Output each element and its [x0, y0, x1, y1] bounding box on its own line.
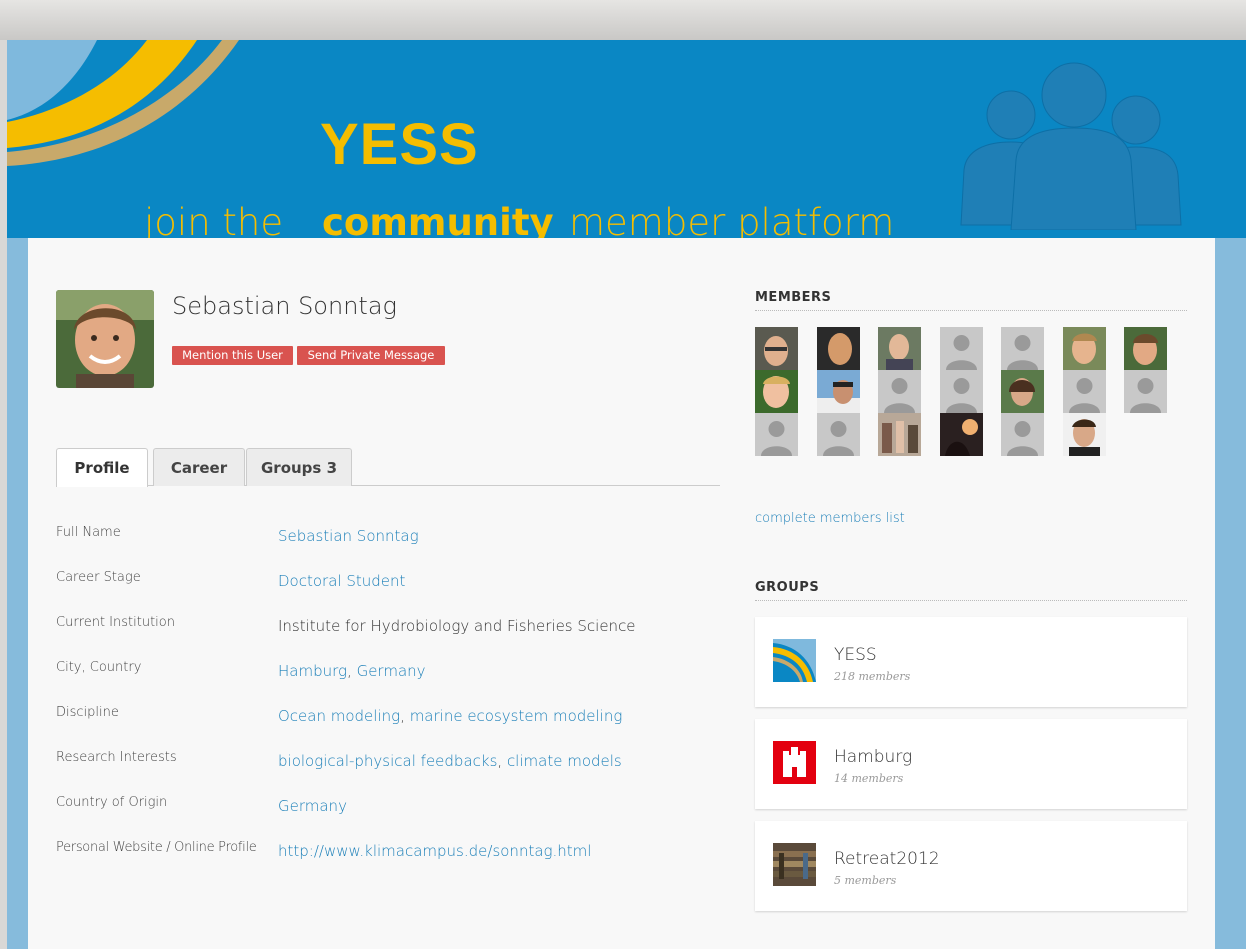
member-avatar[interactable]	[940, 413, 983, 456]
profile-tabs: Profile Career Groups 3	[56, 448, 720, 487]
research-link-1[interactable]: biological-physical feedbacks	[278, 752, 497, 770]
member-avatar[interactable]	[755, 327, 798, 370]
complete-members-link[interactable]: complete members list	[755, 511, 905, 526]
separator-comma: ,	[400, 707, 410, 725]
group-card-hamburg[interactable]: Hamburg 14 members	[755, 719, 1187, 809]
send-private-message-button[interactable]: Send Private Message	[297, 346, 445, 365]
logo-swoosh-icon	[7, 40, 239, 166]
field-value-city-country: Hamburg, Germany	[278, 662, 426, 680]
field-label-discipline: Discipline	[56, 705, 119, 720]
separator-comma: ,	[497, 752, 507, 770]
country-link[interactable]: Germany	[357, 662, 426, 680]
group-member-count: 5 members	[834, 874, 897, 887]
groups-section-title: GROUPS	[755, 580, 1187, 601]
field-label-full-name: Full Name	[56, 525, 121, 540]
members-section-title: MEMBERS	[755, 290, 1187, 311]
group-member-count: 218 members	[834, 670, 911, 683]
group-name: Hamburg	[834, 747, 913, 767]
field-value-full-name: Sebastian Sonntag	[278, 527, 419, 545]
career-stage-link[interactable]: Doctoral Student	[278, 572, 405, 590]
yess-group-icon	[773, 639, 816, 682]
hamburg-flag-icon	[773, 741, 816, 784]
member-avatar-placeholder[interactable]	[817, 413, 860, 456]
main-content: Sebastian Sonntag Mention this User Send…	[28, 238, 1215, 949]
tagline-join: join the	[144, 201, 284, 238]
full-name-link[interactable]: Sebastian Sonntag	[278, 527, 419, 545]
field-label-country-of-origin: Country of Origin	[56, 795, 168, 810]
member-avatar-placeholder[interactable]	[1001, 413, 1044, 456]
website-link[interactable]: http://www.klimacampus.de/sonntag.html	[278, 842, 591, 860]
tagline-member: member platform	[569, 201, 895, 238]
group-name: YESS	[834, 645, 877, 665]
brand-yess: YESS	[320, 112, 479, 177]
field-label-research-interests: Research Interests	[56, 750, 177, 765]
tagline-community: community	[322, 201, 554, 238]
member-avatar-placeholder[interactable]	[878, 370, 921, 413]
discipline-link-1[interactable]: Ocean modeling	[278, 707, 400, 725]
site-banner[interactable]: YESS join the community member platform	[7, 40, 1246, 238]
mention-user-button[interactable]: Mention this User	[172, 346, 293, 365]
tab-groups[interactable]: Groups 3	[246, 448, 352, 486]
group-card-yess[interactable]: YESS 218 members	[755, 617, 1187, 707]
field-value-website: http://www.klimacampus.de/sonntag.html	[278, 842, 591, 860]
community-people-icon	[960, 62, 1182, 230]
field-value-research-interests: biological-physical feedbacks, climate m…	[278, 752, 622, 770]
member-avatar[interactable]	[1124, 327, 1167, 370]
member-avatar-placeholder[interactable]	[940, 370, 983, 413]
member-avatar-placeholder[interactable]	[1124, 370, 1167, 413]
field-value-career-stage: Doctoral Student	[278, 572, 405, 590]
field-value-institution: Institute for Hydrobiology and Fisheries…	[278, 617, 636, 635]
research-link-2[interactable]: climate models	[507, 752, 622, 770]
field-value-discipline: Ocean modeling, marine ecosystem modelin…	[278, 707, 622, 725]
avatar[interactable]	[56, 290, 154, 388]
field-label-institution: Current Institution	[56, 615, 175, 630]
member-avatar[interactable]	[878, 413, 921, 456]
tab-career[interactable]: Career	[153, 448, 245, 486]
member-avatar[interactable]	[755, 370, 798, 413]
member-avatar[interactable]	[1063, 327, 1106, 370]
group-card-retreat2012[interactable]: Retreat2012 5 members	[755, 821, 1187, 911]
member-avatar[interactable]	[1063, 413, 1106, 456]
user-name: Sebastian Sonntag	[172, 292, 397, 320]
retreat-group-icon	[773, 843, 816, 886]
field-value-country-of-origin: Germany	[278, 797, 347, 815]
member-avatar-placeholder[interactable]	[940, 327, 983, 370]
member-avatar-placeholder[interactable]	[755, 413, 798, 456]
field-label-career-stage: Career Stage	[56, 570, 141, 585]
field-label-city-country: City, Country	[56, 660, 142, 675]
member-avatar[interactable]	[817, 327, 860, 370]
separator-comma: ,	[347, 662, 357, 680]
tab-profile[interactable]: Profile	[56, 448, 148, 487]
member-avatar[interactable]	[1001, 370, 1044, 413]
member-avatar[interactable]	[817, 370, 860, 413]
group-name: Retreat2012	[834, 849, 940, 869]
group-member-count: 14 members	[834, 772, 904, 785]
country-of-origin-link[interactable]: Germany	[278, 797, 347, 815]
member-avatar-placeholder[interactable]	[1063, 370, 1106, 413]
city-link[interactable]: Hamburg	[278, 662, 347, 680]
field-label-website: Personal Website / Online Profile	[56, 840, 257, 855]
discipline-link-2[interactable]: marine ecosystem modeling	[410, 707, 623, 725]
browser-top-bar	[0, 0, 1246, 40]
member-avatar-placeholder[interactable]	[1001, 327, 1044, 370]
member-avatar[interactable]	[878, 327, 921, 370]
